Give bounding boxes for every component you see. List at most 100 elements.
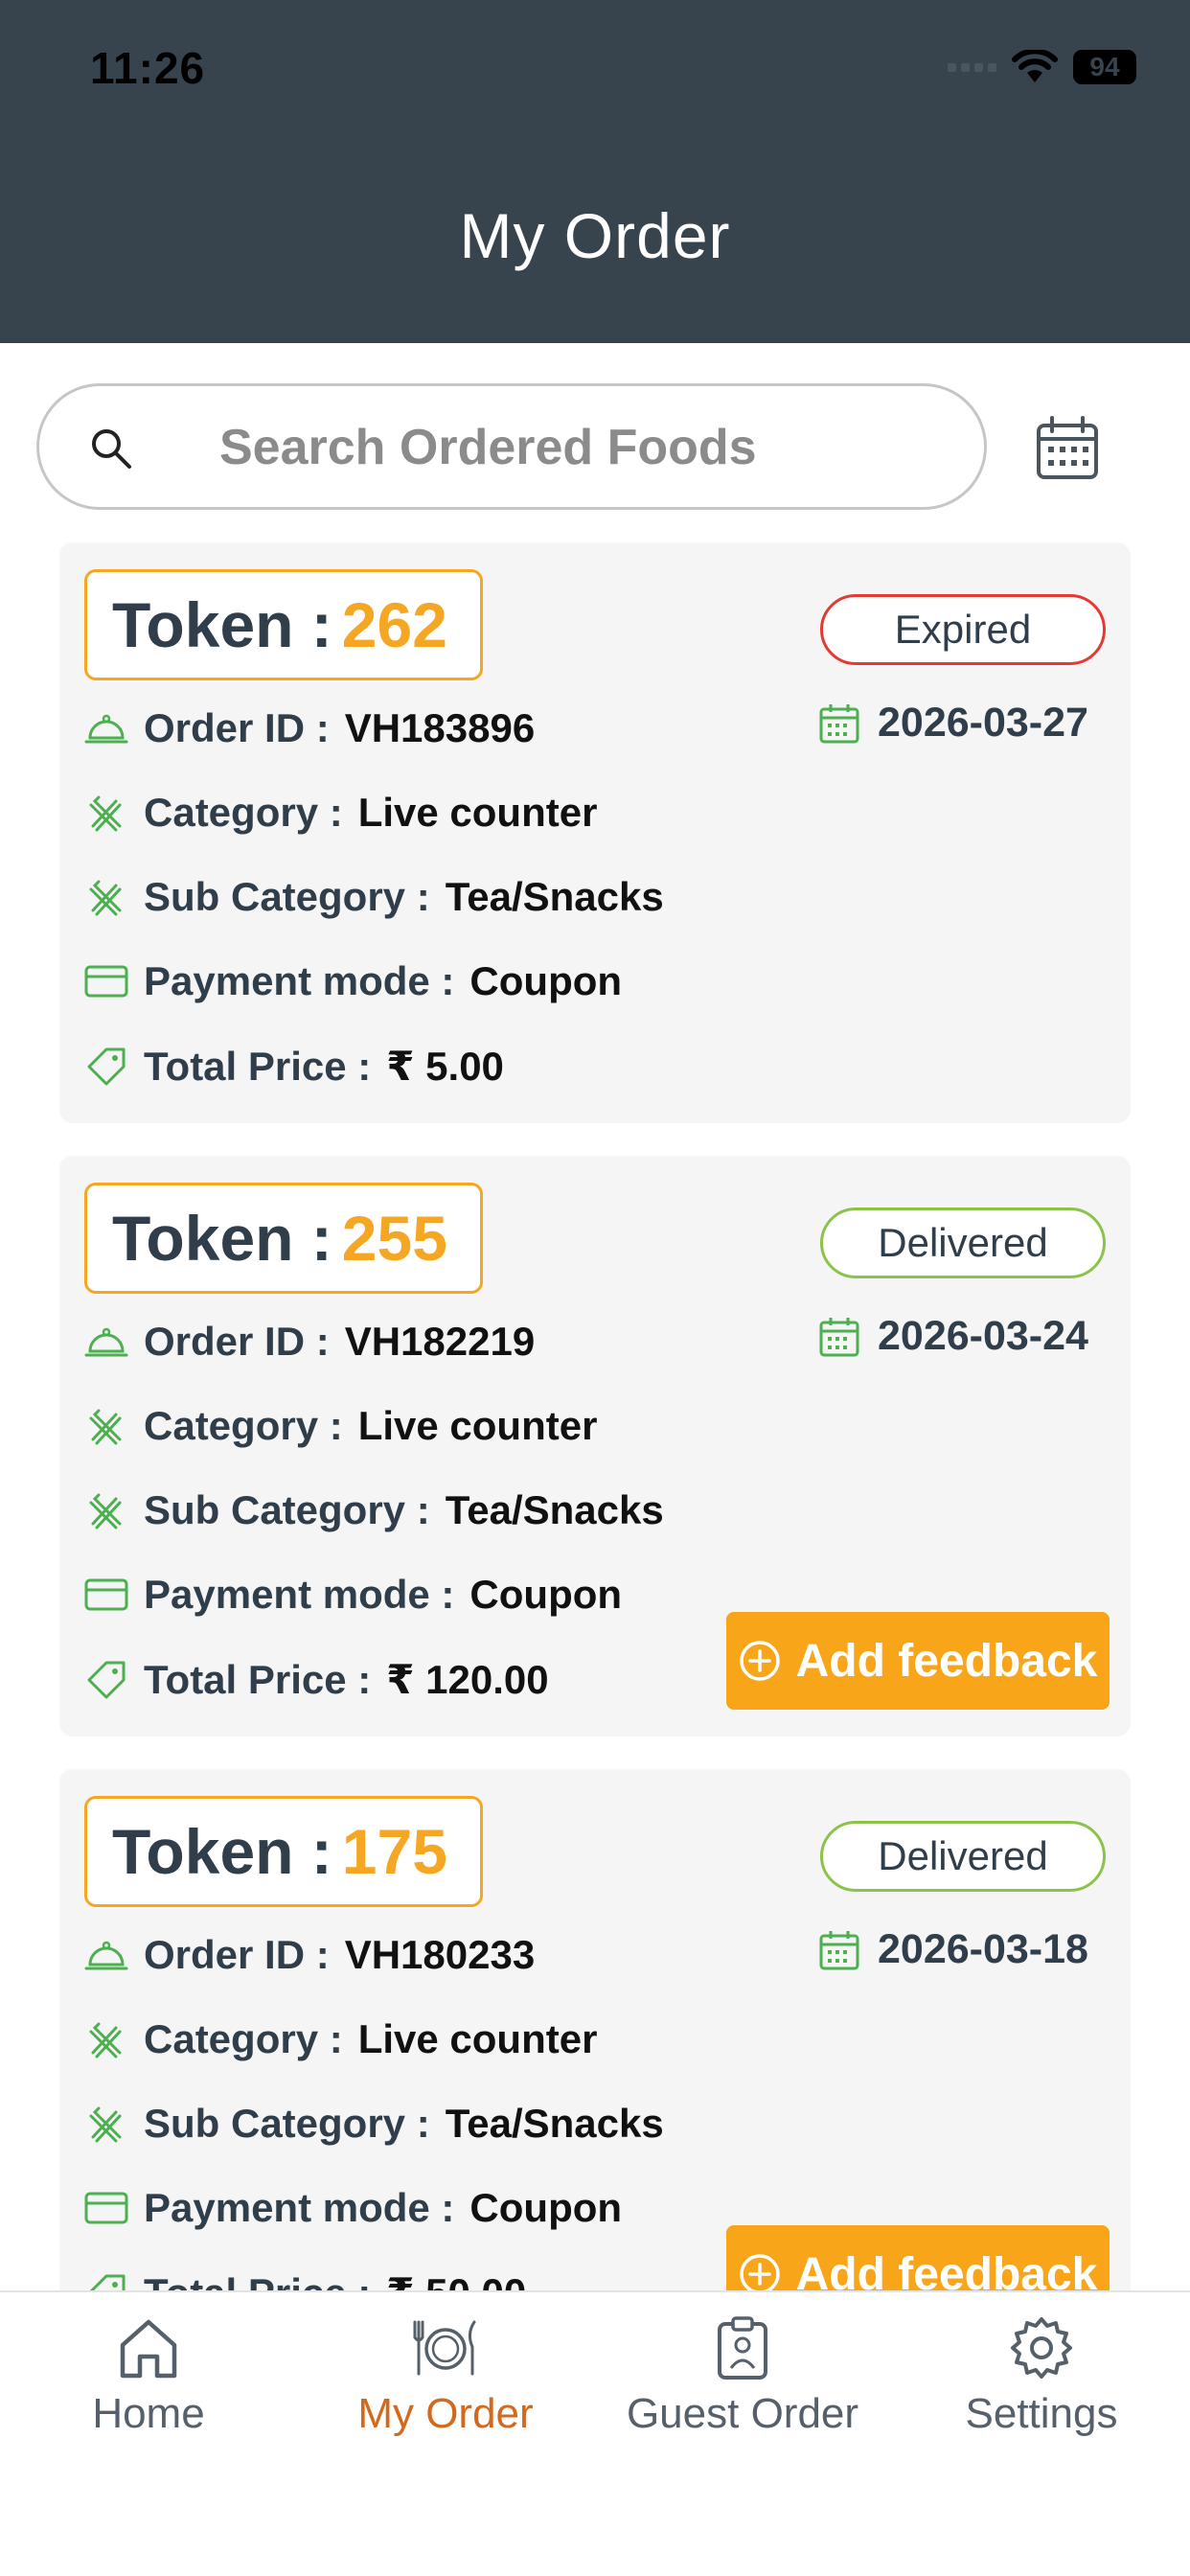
sub-category-label: Sub Category : — [144, 874, 430, 919]
order-card[interactable]: Token : 175 Delivered 2026-03-18 Order I… — [59, 1769, 1131, 2290]
token-label: Token : — [112, 1203, 332, 1274]
payment-mode-label: Payment mode : — [144, 958, 455, 1003]
category-value: Live counter — [357, 2016, 598, 2061]
tab-guest-order[interactable]: Guest Order — [594, 2312, 891, 2438]
token-number: 175 — [341, 1816, 447, 1887]
calendar-icon — [819, 1317, 859, 1356]
tab-home-label: Home — [92, 2390, 205, 2437]
total-price-label: Total Price : — [144, 1656, 372, 1702]
bottom-tab-bar: Home My Order Guest Order Settings — [0, 2290, 1190, 2576]
sub-category-value: Tea/Snacks — [445, 1487, 664, 1532]
payment-mode-value: Coupon — [469, 1572, 623, 1617]
cloche-icon — [84, 706, 128, 750]
token-box: Token : 175 — [84, 1796, 483, 1907]
cutlery-icon — [84, 1488, 128, 1532]
order-card[interactable]: Token : 255 Delivered 2026-03-24 Order I… — [59, 1156, 1131, 1736]
add-feedback-button[interactable]: Add feedback — [726, 1612, 1110, 1710]
order-id-value: VH180233 — [344, 1932, 536, 1977]
cloche-icon — [84, 1320, 128, 1364]
order-card[interactable]: Token : 262 Expired 2026-03-27 Order ID … — [59, 542, 1131, 1123]
payment-mode-value: Coupon — [469, 2185, 623, 2230]
add-feedback-button[interactable]: Add feedback — [726, 2225, 1110, 2290]
category-row: Category : Live counter — [84, 1403, 597, 1449]
total-price-row: Total Price : ₹ 120.00 — [84, 1656, 549, 1703]
order-id-label: Order ID : — [144, 1319, 330, 1364]
wallet-icon — [84, 1573, 128, 1617]
page-title: My Order — [459, 200, 731, 271]
search-bar[interactable] — [36, 383, 987, 510]
cutlery-icon — [84, 2102, 128, 2146]
order-date: 2026-03-18 — [818, 1926, 1088, 1973]
tab-settings[interactable]: Settings — [893, 2312, 1190, 2438]
sub-category-label: Sub Category : — [144, 2101, 430, 2146]
order-date: 2026-03-27 — [818, 700, 1088, 747]
status-badge: Delivered — [820, 1821, 1106, 1892]
cloche-icon — [84, 1933, 128, 1977]
search-icon — [92, 429, 131, 469]
plus-circle-icon — [739, 2254, 780, 2290]
category-row: Category : Live counter — [84, 790, 597, 836]
tab-guest-order-label: Guest Order — [626, 2390, 859, 2437]
payment-mode-row: Payment mode : Coupon — [84, 958, 622, 1004]
clipboard-person-icon — [706, 2312, 779, 2384]
calendar-filter-button[interactable] — [1033, 414, 1102, 483]
battery-indicator: 94 — [1073, 50, 1136, 84]
tab-my-order[interactable]: My Order — [297, 2312, 594, 2438]
cutlery-icon — [84, 875, 128, 919]
gear-icon — [1005, 2312, 1078, 2384]
order-date-text: 2026-03-18 — [878, 1926, 1088, 1972]
status-indicators: 94 — [948, 50, 1136, 84]
total-price-value: ₹ 5.00 — [386, 1044, 504, 1089]
order-id-value: VH183896 — [344, 705, 536, 750]
token-label: Token : — [112, 1816, 332, 1887]
price-tag-icon — [84, 2271, 128, 2290]
category-row: Category : Live counter — [84, 2016, 597, 2062]
order-id-row: Order ID : VH183896 — [84, 705, 535, 751]
sub-category-value: Tea/Snacks — [445, 874, 664, 919]
status-badge: Expired — [820, 594, 1106, 665]
cutlery-icon — [84, 791, 128, 835]
total-price-value: ₹ 120.00 — [386, 1657, 549, 1702]
sub-category-label: Sub Category : — [144, 1487, 430, 1532]
total-price-row: Total Price : ₹ 5.00 — [84, 1043, 504, 1090]
plus-circle-icon — [739, 1641, 780, 1681]
sub-category-value: Tea/Snacks — [445, 2101, 664, 2146]
order-id-row: Order ID : VH180233 — [84, 1932, 535, 1978]
cellular-signal-icon — [948, 62, 996, 72]
payment-mode-row: Payment mode : Coupon — [84, 2185, 622, 2231]
order-date-text: 2026-03-24 — [878, 1313, 1088, 1359]
status-badge: Delivered — [820, 1208, 1106, 1278]
total-price-row: Total Price : ₹ 50.00 — [84, 2269, 526, 2290]
sub-category-row: Sub Category : Tea/Snacks — [84, 1487, 664, 1533]
wallet-icon — [84, 2186, 128, 2230]
total-price-label: Total Price : — [144, 1043, 372, 1089]
category-value: Live counter — [357, 790, 598, 835]
order-date: 2026-03-24 — [818, 1313, 1088, 1360]
order-id-row: Order ID : VH182219 — [84, 1319, 535, 1365]
token-box: Token : 262 — [84, 569, 483, 680]
sub-category-row: Sub Category : Tea/Snacks — [84, 874, 664, 920]
wallet-icon — [84, 959, 128, 1003]
category-label: Category : — [144, 2016, 343, 2061]
token-box: Token : 255 — [84, 1183, 483, 1294]
category-label: Category : — [144, 1403, 343, 1448]
search-input[interactable] — [219, 413, 948, 482]
sub-category-row: Sub Category : Tea/Snacks — [84, 2101, 664, 2147]
add-feedback-label: Add feedback — [795, 2248, 1098, 2291]
wifi-icon — [1012, 50, 1058, 82]
tab-home[interactable]: Home — [0, 2312, 297, 2438]
total-price-label: Total Price : — [144, 2270, 371, 2291]
token-number: 262 — [341, 589, 447, 660]
calendar-icon — [819, 703, 859, 743]
cutlery-icon — [84, 1404, 128, 1448]
order-list[interactable]: Token : 262 Expired 2026-03-27 Order ID … — [0, 542, 1190, 2290]
order-id-label: Order ID : — [144, 705, 330, 750]
plate-cutlery-icon — [409, 2312, 482, 2384]
total-price-value: ₹ 50.00 — [386, 2269, 526, 2290]
category-value: Live counter — [357, 1403, 598, 1448]
price-tag-icon — [84, 1045, 128, 1089]
tab-settings-label: Settings — [965, 2390, 1118, 2437]
payment-mode-label: Payment mode : — [144, 1572, 455, 1617]
status-time: 11:26 — [90, 43, 206, 93]
payment-mode-label: Payment mode : — [144, 2185, 455, 2230]
